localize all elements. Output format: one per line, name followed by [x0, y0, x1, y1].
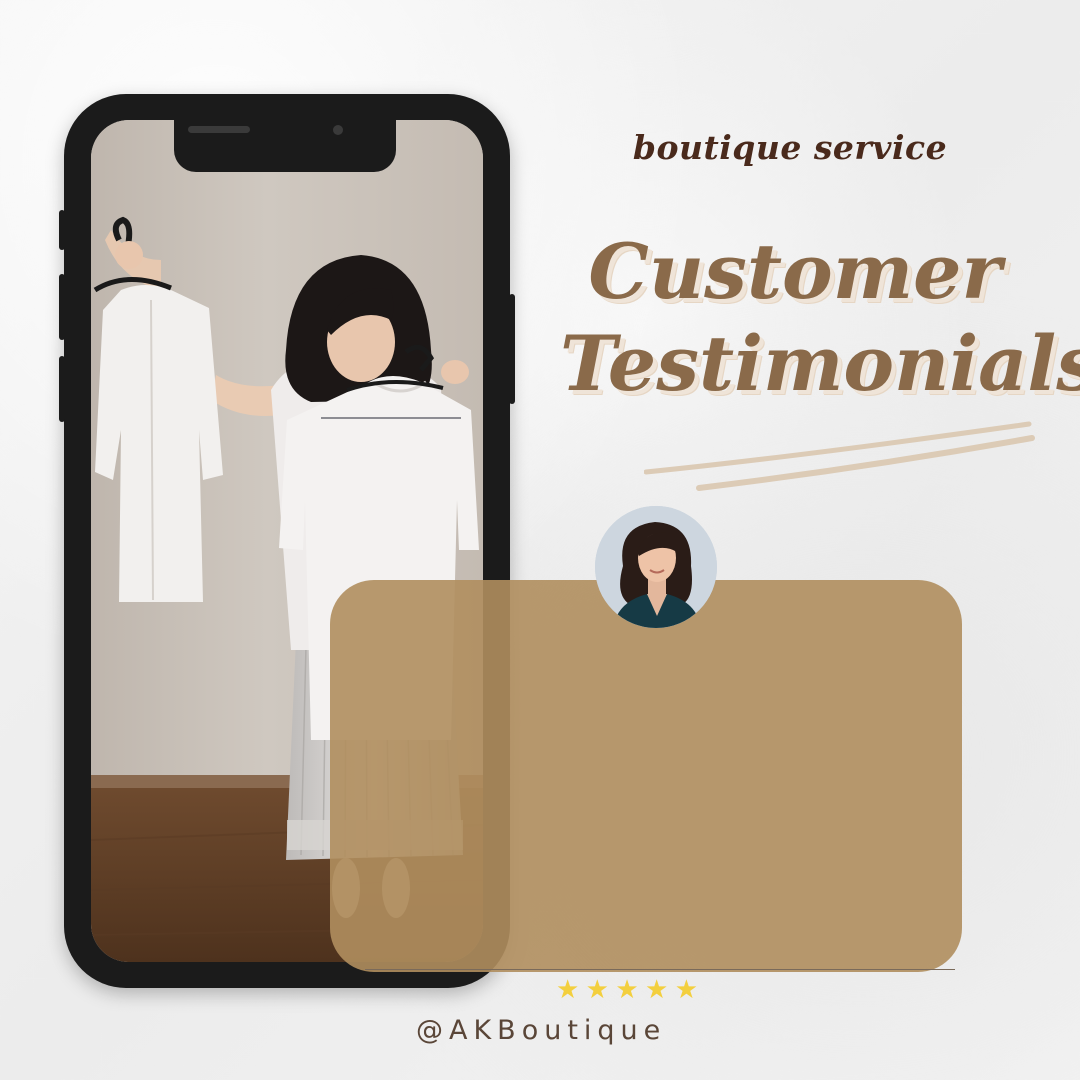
- card-divider: [365, 969, 955, 970]
- phone-speaker: [188, 126, 250, 133]
- star-rating: ★ ★ ★ ★ ★: [556, 975, 698, 1005]
- phone-side-button: [59, 210, 65, 250]
- star-icon: ★: [674, 975, 698, 1005]
- brush-underline-decoration: [644, 421, 1035, 491]
- star-icon: ★: [556, 975, 580, 1005]
- title-line-1: Customer: [588, 227, 1002, 316]
- star-icon: ★: [615, 975, 639, 1005]
- social-handle[interactable]: @AKBoutique: [416, 1015, 676, 1046]
- phone-power-button: [509, 294, 515, 404]
- page-title: Customer Testimonials: [560, 226, 1080, 410]
- star-icon: ★: [645, 975, 669, 1005]
- star-icon: ★: [585, 975, 609, 1005]
- customer-avatar: [595, 506, 717, 628]
- customer-portrait-icon: [595, 506, 717, 628]
- title-line-2: Testimonials: [560, 319, 1080, 408]
- phone-camera: [333, 125, 343, 135]
- testimonial-card: [330, 580, 962, 972]
- subheading: boutique service: [632, 128, 948, 167]
- phone-volume-down-button: [59, 356, 65, 422]
- phone-volume-up-button: [59, 274, 65, 340]
